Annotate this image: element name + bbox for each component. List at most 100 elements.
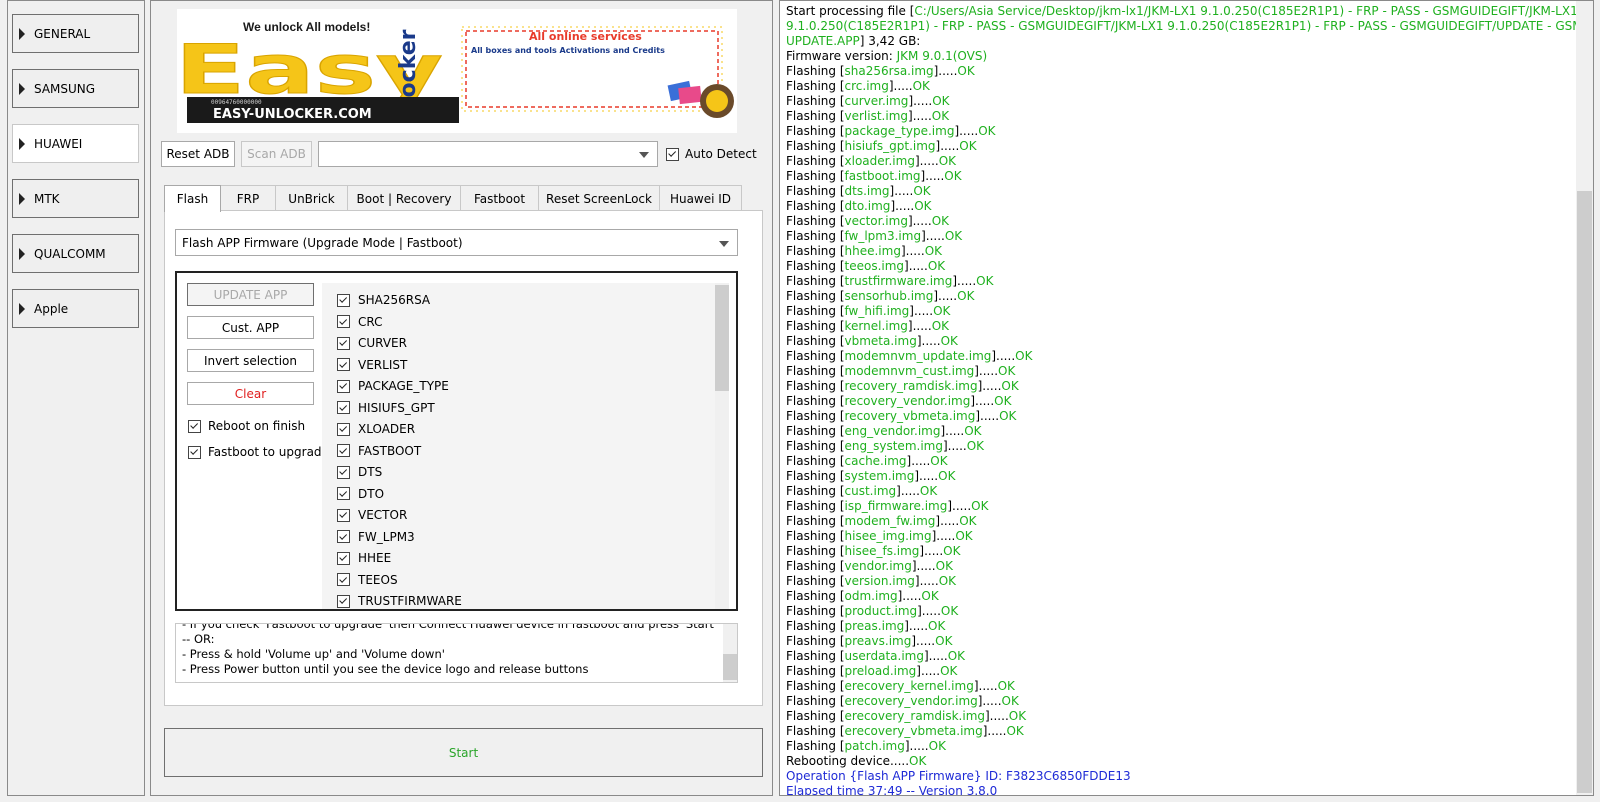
image-name: vector.img <box>844 214 908 228</box>
partition-item[interactable]: VERLIST <box>337 355 407 375</box>
log-text: Flashing <box>786 709 840 723</box>
log-text: Flashing <box>786 79 840 93</box>
log-text: Flashing <box>786 574 840 588</box>
reboot-on-finish-checkbox[interactable]: Reboot on finish <box>188 419 305 433</box>
sidebar-item-samsung[interactable]: SAMSUNG <box>12 69 139 108</box>
image-name: erecovery_ramdisk.img <box>844 709 985 723</box>
device-combo[interactable] <box>318 141 658 167</box>
ok-status: OK <box>959 514 977 528</box>
ok-status: OK <box>1001 379 1019 393</box>
scrollbar-thumb[interactable] <box>1577 191 1592 793</box>
sidebar-item-qualcomm[interactable]: QUALCOMM <box>12 234 139 273</box>
start-button[interactable]: Start <box>164 728 763 777</box>
tab-huawei-id[interactable]: Huawei ID <box>659 185 742 211</box>
checkbox-icon <box>337 315 350 328</box>
fastboot-to-upgrade-checkbox[interactable]: Fastboot to upgrade <box>188 445 329 459</box>
sidebar-item-label: SAMSUNG <box>34 81 96 96</box>
scrollbar-thumb[interactable] <box>723 654 737 680</box>
sidebar-item-huawei[interactable]: HUAWEI <box>12 124 139 163</box>
partition-label: HHEE <box>358 551 392 565</box>
ok-status: OK <box>1015 349 1033 363</box>
tab-reset-screenlock[interactable]: Reset ScreenLock <box>538 185 660 211</box>
checkbox-icon <box>188 419 201 433</box>
auto-detect-checkbox[interactable]: Auto Detect <box>666 147 757 161</box>
partition-label: CRC <box>358 314 383 329</box>
checkbox-icon <box>337 465 350 479</box>
partition-label: DTO <box>358 486 385 501</box>
log-text: Flashing <box>786 64 840 78</box>
image-name: teeos.img <box>844 259 905 273</box>
partition-item[interactable]: XLOADER <box>337 419 415 439</box>
image-name: crc.img <box>844 79 889 93</box>
log-line: Flashing [kernel.img].....OK <box>786 319 950 333</box>
tab-frp[interactable]: FRP <box>220 185 276 211</box>
log-line: Firmware version: JKM 9.0.1(OVS) <box>786 49 1566 64</box>
instructions-scrollbar[interactable] <box>723 624 737 682</box>
operation-line: Operation {Flash APP Firmware} ID: F3823… <box>786 769 1131 783</box>
log-line: Flashing [xloader.img].....OK <box>786 154 957 168</box>
image-name: modemnvm_update.img <box>844 349 992 363</box>
update-app-button[interactable]: UPDATE APP <box>187 283 314 306</box>
invert-selection-button[interactable]: Invert selection <box>187 349 314 372</box>
sidebar-item-mtk[interactable]: MTK <box>12 179 139 218</box>
partition-item[interactable]: FW_LPM3 <box>337 527 415 547</box>
partition-item[interactable]: DTS <box>337 462 382 482</box>
log-text: Start processing file <box>786 4 910 18</box>
partition-item[interactable]: SHA256RSA <box>337 290 430 310</box>
partition-item[interactable]: TRUSTFIRMWARE <box>337 591 462 609</box>
log-line: Flashing [preas.img].....OK <box>786 619 946 633</box>
ok-status: OK <box>912 79 930 93</box>
log-line: Flashing [hisiufs_gpt.img].....OK <box>786 139 977 153</box>
partition-item[interactable]: VECTOR <box>337 505 407 525</box>
arrow-right-icon <box>19 27 25 40</box>
image-name: fastboot.img <box>844 169 921 183</box>
scan-adb-button[interactable]: Scan ADB <box>241 141 312 167</box>
clear-button[interactable]: Clear <box>187 382 314 405</box>
tab-fastboot[interactable]: Fastboot <box>460 185 539 211</box>
log-text: Flashing <box>786 154 840 168</box>
svg-text:All boxes and tools Activation: All boxes and tools Activations and Cred… <box>471 46 665 55</box>
image-name: fw_hifi.img <box>844 304 910 318</box>
image-name: product.img <box>844 604 918 618</box>
log-line: Flashing [odm.img].....OK <box>786 589 939 603</box>
log-scrollbar[interactable] <box>1576 1 1593 795</box>
reset-adb-button[interactable]: Reset ADB <box>161 141 235 167</box>
partition-item[interactable]: HHEE <box>337 548 391 568</box>
log-line: Flashing [eng_system.img].....OK <box>786 439 985 453</box>
log-text: Flashing <box>786 349 840 363</box>
log-text: Flashing <box>786 499 840 513</box>
instructions-textbox[interactable]: - If you check 'Fastboot to upgrade' the… <box>175 623 738 683</box>
ok-status: OK <box>930 454 948 468</box>
image-name: system.img <box>844 469 915 483</box>
instruction-line: - Press Power button until you see the d… <box>182 662 589 676</box>
partition-item[interactable]: CURVER <box>337 333 407 353</box>
checkbox-icon <box>666 147 679 161</box>
scrollbar-thumb[interactable] <box>715 285 729 391</box>
partition-scrollbar[interactable] <box>715 283 729 609</box>
checkbox-icon <box>337 401 350 414</box>
image-name: isp_firmware.img <box>844 499 948 513</box>
partition-item[interactable]: TEEOS <box>337 570 398 590</box>
log-text: Flashing <box>786 259 840 273</box>
partition-item[interactable]: PACKAGE_TYPE <box>337 376 449 396</box>
log-line: Flashing [fastboot.img].....OK <box>786 169 962 183</box>
tab-boot-recovery[interactable]: Boot | Recovery <box>347 185 461 211</box>
tab-unbrick[interactable]: UnBrick <box>275 185 348 211</box>
flash-mode-select[interactable]: Flash APP Firmware (Upgrade Mode | Fastb… <box>175 229 738 256</box>
log-panel[interactable]: Start processing file [C:/Users/Asia Ser… <box>779 0 1594 796</box>
partition-item[interactable]: FASTBOOT <box>337 441 421 461</box>
partition-item[interactable]: DTO <box>337 484 384 504</box>
cust-app-button[interactable]: Cust. APP <box>187 316 314 339</box>
ok-status: OK <box>938 469 956 483</box>
tab-flash[interactable]: Flash <box>164 185 221 212</box>
partition-item[interactable]: HISIUFS_GPT <box>337 398 435 418</box>
ok-status: OK <box>1008 709 1027 723</box>
image-name: recovery_ramdisk.img <box>844 379 978 393</box>
sidebar-item-general[interactable]: GENERAL <box>12 14 139 53</box>
image-name: cust.img <box>844 484 897 498</box>
sidebar-item-apple[interactable]: Apple <box>12 289 139 328</box>
log-line: UPDATE.APP] 3,42 GB: <box>786 34 921 48</box>
partition-item[interactable]: CRC <box>337 312 383 332</box>
ok-status: OK <box>998 364 1016 378</box>
image-name: vendor.img <box>844 559 912 573</box>
